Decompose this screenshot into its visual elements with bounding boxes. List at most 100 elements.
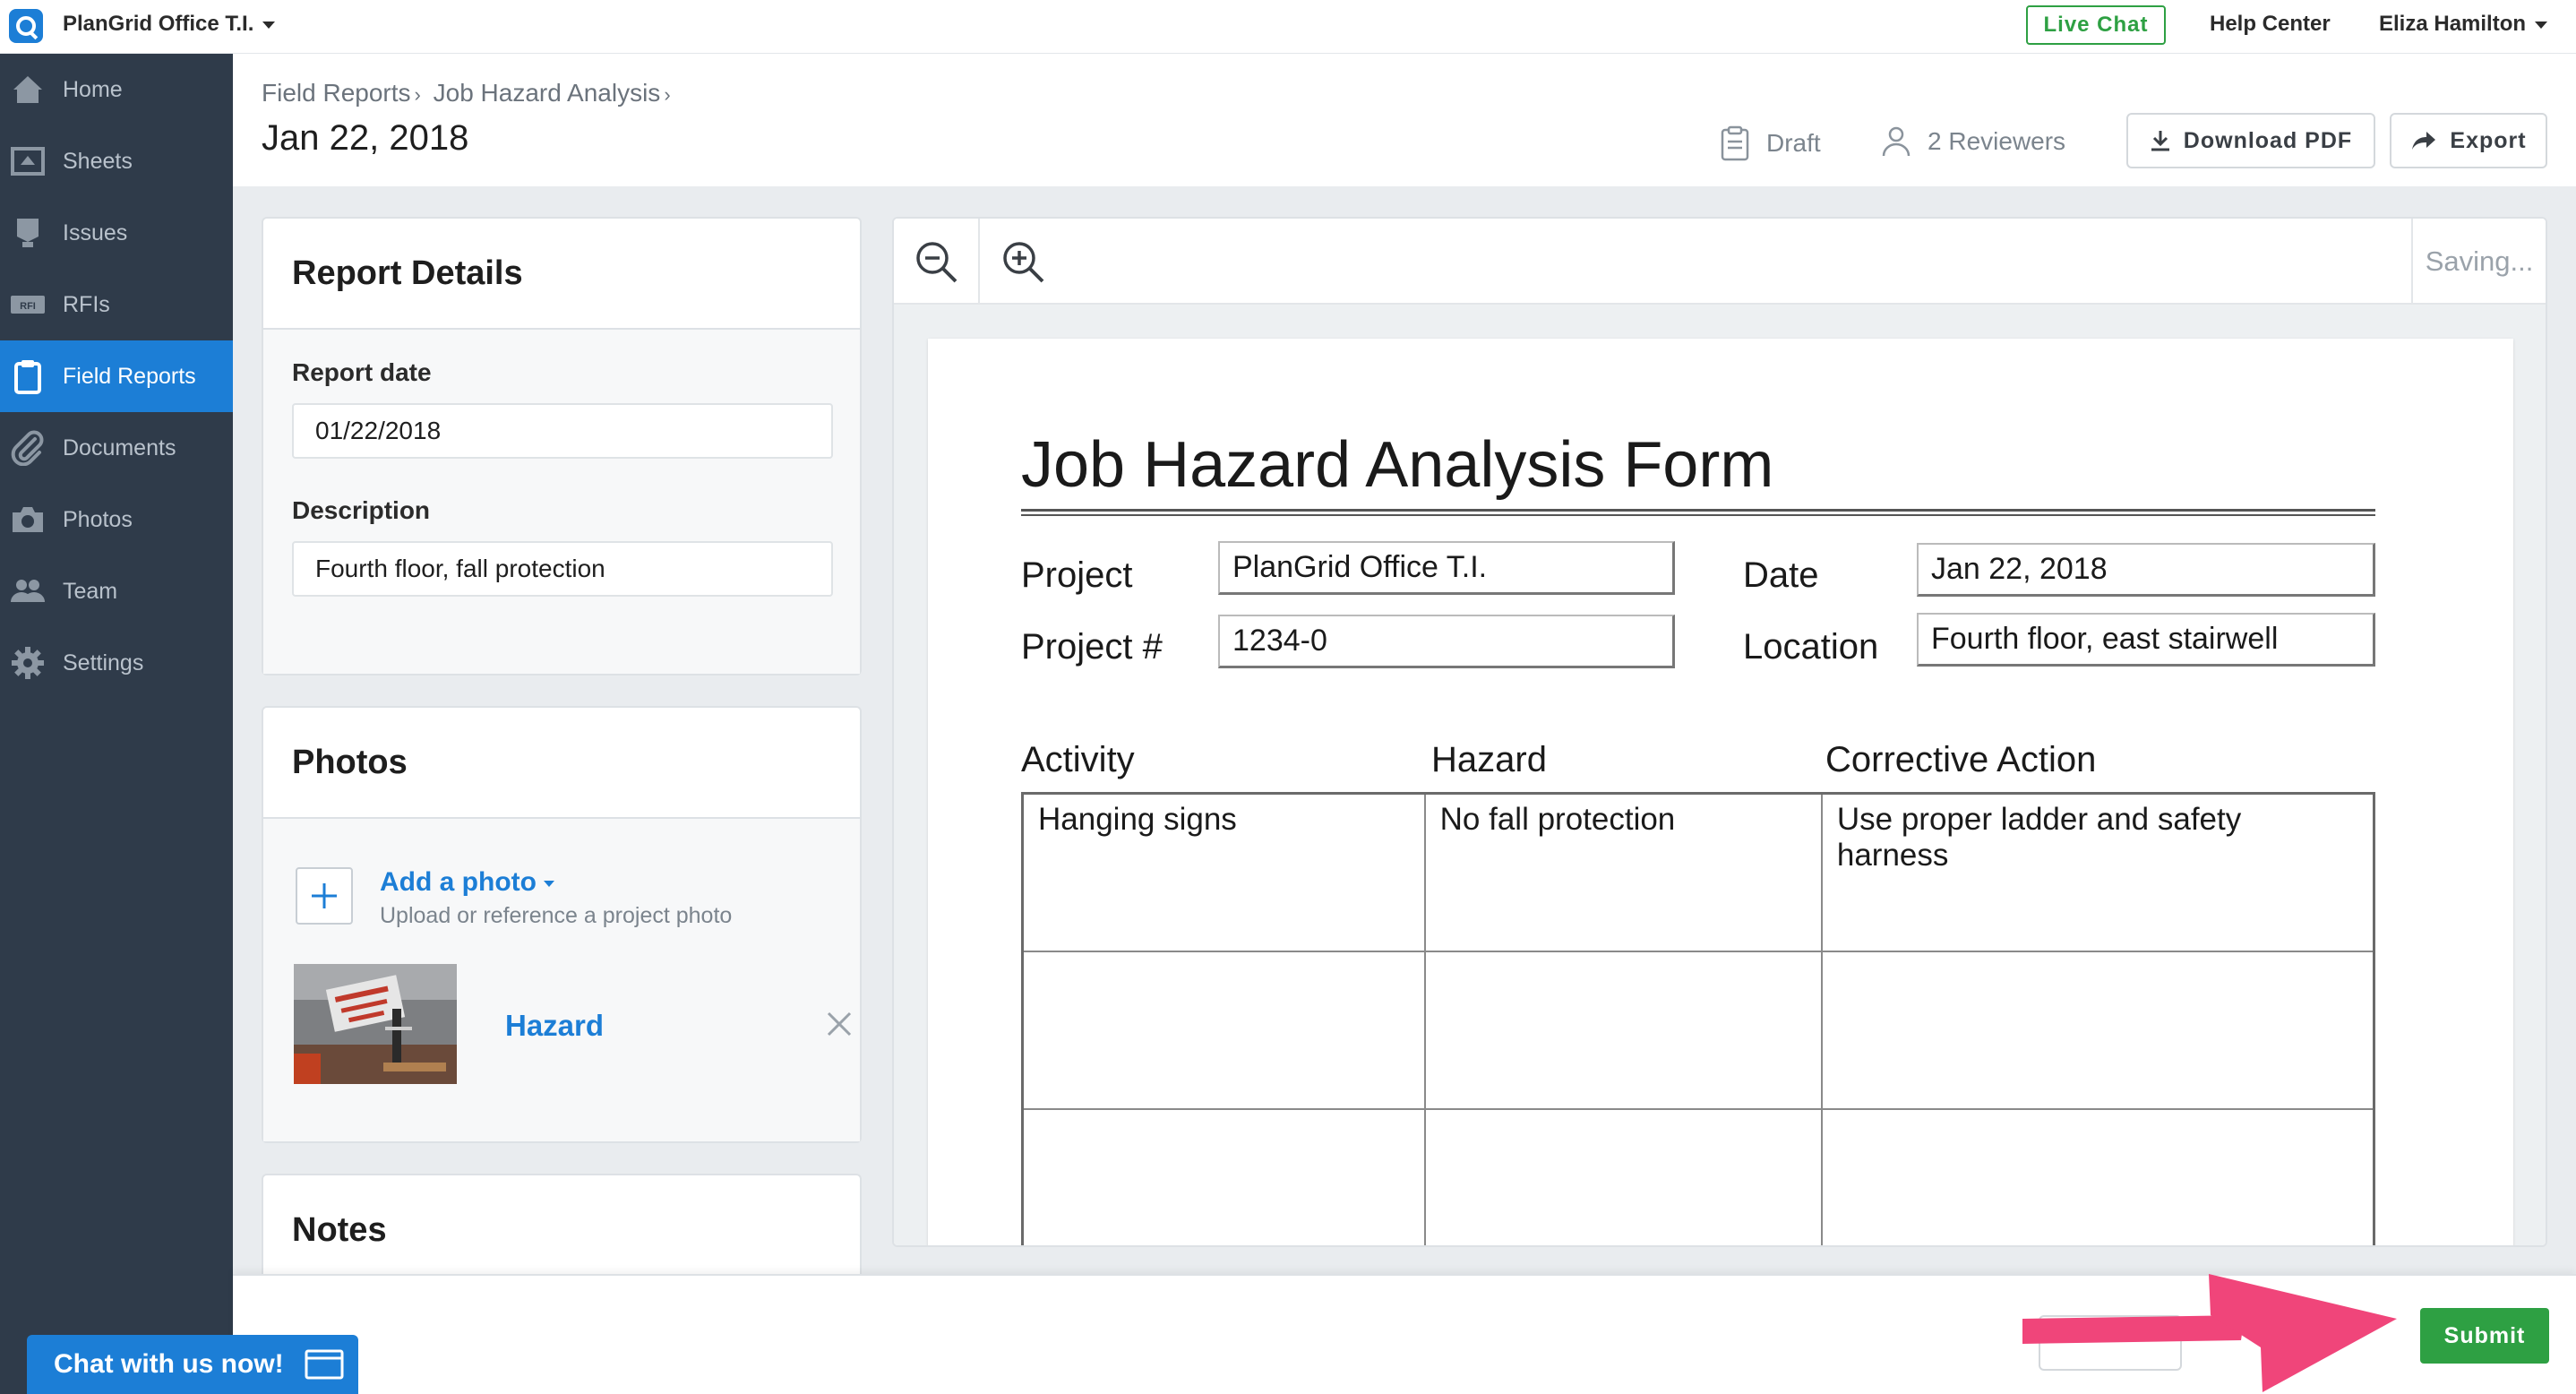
- form-title: Job Hazard Analysis Form: [1021, 429, 1774, 501]
- photos-body: Add a photo Upload or reference a projec…: [263, 819, 860, 1141]
- breadcrumb-separator-icon: ›: [414, 83, 421, 106]
- chat-widget-label: Chat with us now!: [54, 1349, 284, 1379]
- zoom-out-button[interactable]: [894, 219, 980, 305]
- sidebar-item-field-reports[interactable]: Field Reports: [0, 340, 233, 412]
- annotation-arrow-icon: [2022, 1274, 2397, 1392]
- report-details-title: Report Details: [263, 219, 860, 330]
- top-bar: PlanGrid Office T.I. Live Chat Help Cent…: [0, 0, 2576, 54]
- sidebar-item-label: RFIs: [63, 291, 110, 317]
- clipboard-icon: [9, 357, 47, 395]
- user-menu[interactable]: Eliza Hamilton: [2379, 12, 2548, 37]
- chevron-down-icon: [543, 880, 554, 887]
- notes-title: Notes: [263, 1175, 860, 1286]
- column-header-hazard: Hazard: [1431, 740, 1547, 779]
- form-date-label: Date: [1743, 555, 1819, 595]
- table-cell[interactable]: Use proper ladder and safety harness: [1820, 792, 2375, 952]
- download-pdf-button[interactable]: Download PDF: [2126, 113, 2375, 168]
- zoom-in-button[interactable]: [980, 219, 1066, 305]
- plangrid-logo-icon[interactable]: [9, 9, 43, 43]
- report-date-label: Report date: [292, 358, 432, 386]
- add-photo-link[interactable]: Add a photo: [380, 867, 554, 898]
- home-icon: [9, 71, 47, 108]
- sidebar-item-label: Documents: [63, 435, 176, 460]
- sidebar-item-label: Home: [63, 76, 123, 102]
- content-area: Report Details Report date 01/22/2018 De…: [233, 186, 2576, 1353]
- project-name: PlanGrid Office T.I.: [63, 12, 254, 36]
- sidebar-item-label: Photos: [63, 506, 133, 532]
- sidebar-item-settings[interactable]: Settings: [0, 627, 233, 699]
- form-project-label: Project: [1021, 555, 1133, 595]
- form-title-rule: [1021, 509, 2375, 516]
- report-date-field[interactable]: 01/22/2018: [292, 403, 833, 459]
- breadcrumb-job-hazard-analysis[interactable]: Job Hazard Analysis: [434, 79, 661, 107]
- status-text: Draft: [1766, 129, 1821, 157]
- saving-status: Saving...: [2411, 219, 2546, 305]
- table-cell[interactable]: [1423, 950, 1823, 1110]
- form-date-field[interactable]: Jan 22, 2018: [1917, 543, 2375, 597]
- page-title: Jan 22, 2018: [262, 118, 469, 158]
- sidebar-item-documents[interactable]: Documents: [0, 412, 233, 484]
- help-center-link[interactable]: Help Center: [2210, 12, 2331, 37]
- sidebar-item-issues[interactable]: Issues: [0, 197, 233, 269]
- sidebar-item-sheets[interactable]: Sheets: [0, 125, 233, 197]
- project-switcher[interactable]: PlanGrid Office T.I.: [63, 12, 276, 37]
- form-location-field[interactable]: Fourth floor, east stairwell: [1917, 613, 2375, 667]
- sidebar-item-rfis[interactable]: RFI RFIs: [0, 269, 233, 340]
- export-button[interactable]: Export: [2390, 113, 2547, 168]
- chevron-down-icon: [262, 21, 276, 29]
- sheets-icon: [9, 142, 47, 180]
- person-icon: [1882, 126, 1911, 157]
- sidebar-item-photos[interactable]: Photos: [0, 484, 233, 555]
- form-project-number-field[interactable]: 1234-0: [1218, 615, 1675, 668]
- table-cell[interactable]: Hanging signs: [1021, 792, 1426, 952]
- share-arrow-icon: [2412, 132, 2436, 150]
- form-viewer: Saving... Job Hazard Analysis Form Proje…: [892, 217, 2547, 1247]
- download-pdf-label: Download PDF: [2183, 127, 2353, 153]
- rfi-badge-text: RFI: [20, 301, 36, 312]
- close-icon[interactable]: [826, 1011, 853, 1042]
- form-project-field[interactable]: PlanGrid Office T.I.: [1218, 541, 1675, 595]
- description-field[interactable]: Fourth floor, fall protection: [292, 541, 833, 597]
- table-cell[interactable]: [1021, 950, 1426, 1110]
- breadcrumb: Field Reports › Job Hazard Analysis ›: [262, 79, 676, 108]
- photo-label[interactable]: Hazard: [505, 1009, 604, 1043]
- page-header: Field Reports › Job Hazard Analysis › Jan …: [233, 54, 2576, 186]
- add-photo-label: Add a photo: [380, 867, 537, 897]
- photo-thumbnail[interactable]: [294, 964, 457, 1084]
- sidebar-item-team[interactable]: Team: [0, 555, 233, 627]
- issues-icon: [9, 214, 47, 252]
- table-cell[interactable]: [1423, 1107, 1823, 1245]
- reviewers-text: 2 Reviewers: [1928, 127, 2066, 155]
- table-row: Hanging signs No fall protection Use pro…: [1021, 792, 2375, 952]
- form-project-number-label: Project #: [1021, 627, 1163, 667]
- user-name: Eliza Hamilton: [2379, 12, 2527, 36]
- live-chat-button[interactable]: Live Chat: [2026, 5, 2166, 45]
- sidebar: Home Sheets Issues RFI RFIs Field Report…: [0, 54, 233, 1394]
- table-cell[interactable]: No fall protection: [1423, 792, 1823, 952]
- gear-icon: [9, 644, 47, 682]
- table-cell[interactable]: [1820, 950, 2375, 1110]
- sidebar-item-label: Sheets: [63, 148, 133, 174]
- export-label: Export: [2450, 127, 2527, 153]
- sidebar-item-home[interactable]: Home: [0, 54, 233, 125]
- breadcrumb-separator-icon: ›: [664, 83, 671, 106]
- reviewers-button[interactable]: 2 Reviewers: [1881, 125, 2065, 158]
- submit-button[interactable]: Submit: [2420, 1308, 2549, 1364]
- status-badge: Draft: [1720, 125, 1821, 161]
- photos-title: Photos: [263, 708, 860, 819]
- table-cell[interactable]: [1021, 1107, 1426, 1245]
- viewer-toolbar: Saving...: [894, 219, 2546, 305]
- zoom-in-icon: [1003, 242, 1044, 283]
- chat-window-icon: [305, 1349, 344, 1380]
- table-cell[interactable]: [1820, 1107, 2375, 1245]
- photos-card: Photos Add a photo Upload or reference a…: [262, 706, 862, 1143]
- plus-icon: [312, 883, 337, 908]
- table-row: [1021, 1107, 2375, 1245]
- chat-widget-button[interactable]: Chat with us now!: [27, 1335, 358, 1394]
- rfi-icon: RFI: [9, 286, 47, 323]
- sidebar-item-label: Settings: [63, 650, 144, 675]
- add-photo-button[interactable]: [296, 867, 353, 925]
- breadcrumb-field-reports[interactable]: Field Reports: [262, 79, 411, 107]
- chevron-down-icon: [2535, 21, 2548, 29]
- description-label: Description: [292, 496, 431, 524]
